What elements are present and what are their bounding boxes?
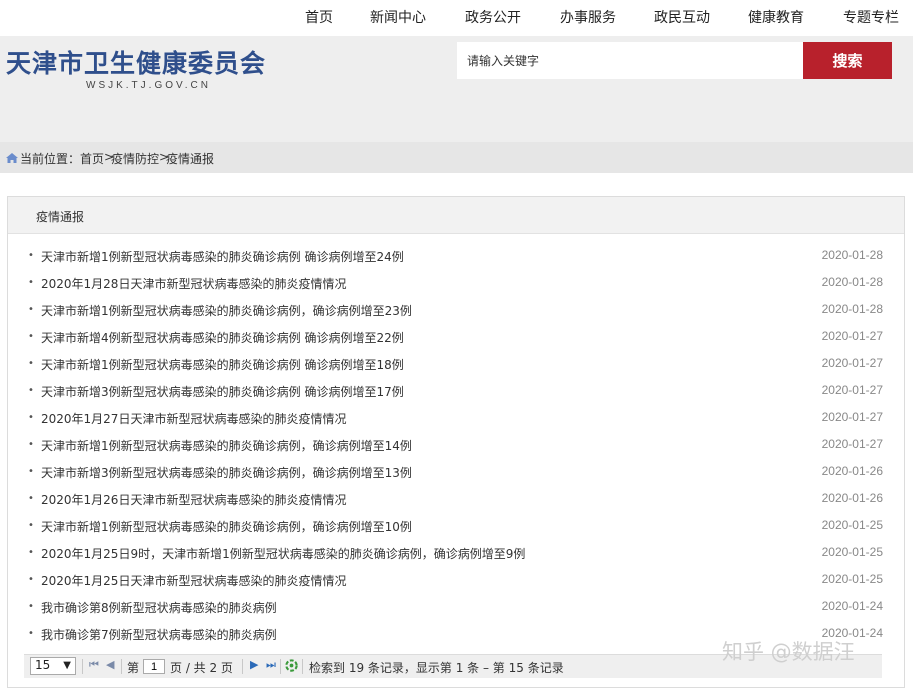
article-row: • 天津市新增1例新型冠状病毒感染的肺炎确诊病例，确诊病例增至23例 2020-01… xyxy=(8,298,904,325)
article-title-link[interactable]: 2020年1月27日天津市新型冠状病毒感染的肺炎疫情情况 xyxy=(41,410,346,427)
page-size-select[interactable]: 15 ▼ xyxy=(30,657,76,675)
bullet-icon: • xyxy=(28,628,34,639)
bullet-icon: • xyxy=(28,601,34,612)
article-title-link[interactable]: 2020年1月25日9时，天津市新增1例新型冠状病毒感染的肺炎确诊病例，确诊病例… xyxy=(41,545,525,562)
bullet-icon: • xyxy=(28,358,34,369)
article-date: 2020-01-27 xyxy=(821,329,883,343)
search-button[interactable]: 搜索 xyxy=(803,42,892,79)
article-title-link[interactable]: 2020年1月26日天津市新型冠状病毒感染的肺炎疫情情况 xyxy=(41,491,346,508)
article-row: • 我市确诊第8例新型冠状病毒感染的肺炎病例 2020-01-24 xyxy=(8,595,904,622)
bullet-icon: • xyxy=(28,304,34,315)
article-date: 2020-01-27 xyxy=(821,356,883,370)
article-date: 2020-01-25 xyxy=(821,572,883,586)
article-date: 2020-01-28 xyxy=(821,302,883,316)
article-row: • 天津市新增1例新型冠状病毒感染的肺炎确诊病例，确诊病例增至10例 2020-01… xyxy=(8,514,904,541)
article-row: • 天津市新增4例新型冠状病毒感染的肺炎确诊病例 确诊病例增至22例 2020-01… xyxy=(8,325,904,352)
current-page-input[interactable] xyxy=(143,659,165,674)
breadcrumb-home[interactable]: 首页 xyxy=(80,150,104,167)
article-date: 2020-01-25 xyxy=(821,518,883,532)
article-row: • 2020年1月27日天津市新型冠状病毒感染的肺炎疫情情况 2020-01-27 xyxy=(8,406,904,433)
article-row: • 2020年1月26日天津市新型冠状病毒感染的肺炎疫情情况 2020-01-26 xyxy=(8,487,904,514)
page-size-value: 15 xyxy=(35,658,51,672)
nav-item-home[interactable]: 首页 xyxy=(305,7,333,27)
article-date: 2020-01-28 xyxy=(821,275,883,289)
article-title-link[interactable]: 我市确诊第7例新型冠状病毒感染的肺炎病例 xyxy=(41,626,277,643)
article-title-link[interactable]: 天津市新增1例新型冠状病毒感染的肺炎确诊病例，确诊病例增至23例 xyxy=(41,302,412,319)
bullet-icon: • xyxy=(28,574,34,585)
bullet-icon: • xyxy=(28,466,34,477)
bullet-icon: • xyxy=(28,277,34,288)
article-row: • 2020年1月25日天津市新型冠状病毒感染的肺炎疫情情况 2020-01-25 xyxy=(8,568,904,595)
article-title-link[interactable]: 天津市新增3例新型冠状病毒感染的肺炎确诊病例 确诊病例增至17例 xyxy=(41,383,404,400)
breadcrumb-epidemic-report[interactable]: 疫情通报 xyxy=(166,150,214,167)
prev-page-icon[interactable]: ◀ xyxy=(106,658,114,671)
bullet-icon: • xyxy=(28,547,34,558)
bullet-icon: • xyxy=(28,439,34,450)
article-row: • 天津市新增3例新型冠状病毒感染的肺炎确诊病例，确诊病例增至13例 2020-01… xyxy=(8,460,904,487)
top-nav: 首页 新闻中心 政务公开 办事服务 政民互动 健康教育 专题专栏 xyxy=(0,0,913,36)
bullet-icon: • xyxy=(28,520,34,531)
first-page-icon[interactable]: ⏮ xyxy=(89,658,99,672)
article-date: 2020-01-26 xyxy=(821,491,883,505)
article-row: • 天津市新增1例新型冠状病毒感染的肺炎确诊病例 确诊病例增至24例 2020-01… xyxy=(8,244,904,271)
next-page-icon[interactable]: ▶ xyxy=(250,658,258,671)
bullet-icon: • xyxy=(28,412,34,423)
home-icon xyxy=(6,153,18,163)
article-row: • 天津市新增3例新型冠状病毒感染的肺炎确诊病例 确诊病例增至17例 2020-01… xyxy=(8,379,904,406)
article-title-link[interactable]: 天津市新增1例新型冠状病毒感染的肺炎确诊病例，确诊病例增至10例 xyxy=(41,518,412,535)
nav-item-gov-affairs[interactable]: 政务公开 xyxy=(465,7,521,27)
article-title-link[interactable]: 天津市新增1例新型冠状病毒感染的肺炎确诊病例 确诊病例增至24例 xyxy=(41,248,404,265)
page-label-prefix: 第 xyxy=(127,661,140,675)
pager-divider xyxy=(82,659,83,674)
nav-item-special-topics[interactable]: 专题专栏 xyxy=(843,7,899,27)
panel-title: 疫情通报 xyxy=(36,210,85,224)
article-title-link[interactable]: 天津市新增3例新型冠状病毒感染的肺炎确诊病例，确诊病例增至13例 xyxy=(41,464,412,481)
bullet-icon: • xyxy=(28,493,34,504)
article-title-link[interactable]: 天津市新增4例新型冠状病毒感染的肺炎确诊病例 确诊病例增至22例 xyxy=(41,329,404,346)
pager-divider xyxy=(242,659,243,674)
watermark: 知乎 @数据汪 xyxy=(722,640,855,664)
pager-divider xyxy=(280,659,281,674)
site-domain: WSJK.TJ.GOV.CN xyxy=(86,80,211,91)
article-title-link[interactable]: 2020年1月28日天津市新型冠状病毒感染的肺炎疫情情况 xyxy=(41,275,346,292)
article-date: 2020-01-26 xyxy=(821,464,883,478)
pager-divider xyxy=(302,659,303,674)
article-row: • 2020年1月25日9时，天津市新增1例新型冠状病毒感染的肺炎确诊病例，确诊病… xyxy=(8,541,904,568)
pager-divider xyxy=(121,659,122,674)
panel-header: 疫情通报 xyxy=(8,197,904,234)
article-title-link[interactable]: 我市确诊第8例新型冠状病毒感染的肺炎病例 xyxy=(41,599,277,616)
nav-item-news[interactable]: 新闻中心 xyxy=(370,7,426,27)
bullet-icon: • xyxy=(28,250,34,261)
refresh-icon[interactable] xyxy=(284,658,299,673)
search-input[interactable] xyxy=(457,42,803,79)
article-row: • 2020年1月28日天津市新型冠状病毒感染的肺炎疫情情况 2020-01-28 xyxy=(8,271,904,298)
bullet-icon: • xyxy=(28,331,34,342)
article-title-link[interactable]: 天津市新增1例新型冠状病毒感染的肺炎确诊病例，确诊病例增至14例 xyxy=(41,437,412,454)
article-date: 2020-01-27 xyxy=(821,383,883,397)
article-date: 2020-01-28 xyxy=(821,248,883,262)
article-date: 2020-01-24 xyxy=(821,599,883,613)
article-date: 2020-01-25 xyxy=(821,545,883,559)
record-info: 检索到 19 条记录，显示第 1 条 – 第 15 条记录 xyxy=(309,661,564,675)
chevron-down-icon: ▼ xyxy=(63,660,71,671)
article-title-link[interactable]: 2020年1月25日天津市新型冠状病毒感染的肺炎疫情情况 xyxy=(41,572,346,589)
last-page-icon[interactable]: ⏭ xyxy=(266,658,276,672)
article-title-link[interactable]: 天津市新增1例新型冠状病毒感染的肺炎确诊病例 确诊病例增至18例 xyxy=(41,356,404,373)
article-row: • 天津市新增1例新型冠状病毒感染的肺炎确诊病例 确诊病例增至18例 2020-01… xyxy=(8,352,904,379)
site-title[interactable]: 天津市卫生健康委员会 xyxy=(6,44,266,80)
breadcrumb-prefix: 当前位置： xyxy=(20,152,81,166)
nav-item-health-education[interactable]: 健康教育 xyxy=(748,7,804,27)
article-row: • 天津市新增1例新型冠状病毒感染的肺炎确诊病例，确诊病例增至14例 2020-01… xyxy=(8,433,904,460)
page-label-suffix: 页 / 共 2 页 xyxy=(170,661,233,675)
bullet-icon: • xyxy=(28,385,34,396)
news-list-panel: 疫情通报 • 天津市新增1例新型冠状病毒感染的肺炎确诊病例 确诊病例增至24例 20… xyxy=(7,196,905,688)
breadcrumb-epidemic-control[interactable]: 疫情防控 xyxy=(111,150,159,167)
nav-item-interaction[interactable]: 政民互动 xyxy=(654,7,710,27)
nav-item-services[interactable]: 办事服务 xyxy=(560,7,616,27)
article-date: 2020-01-27 xyxy=(821,437,883,451)
article-date: 2020-01-27 xyxy=(821,410,883,424)
